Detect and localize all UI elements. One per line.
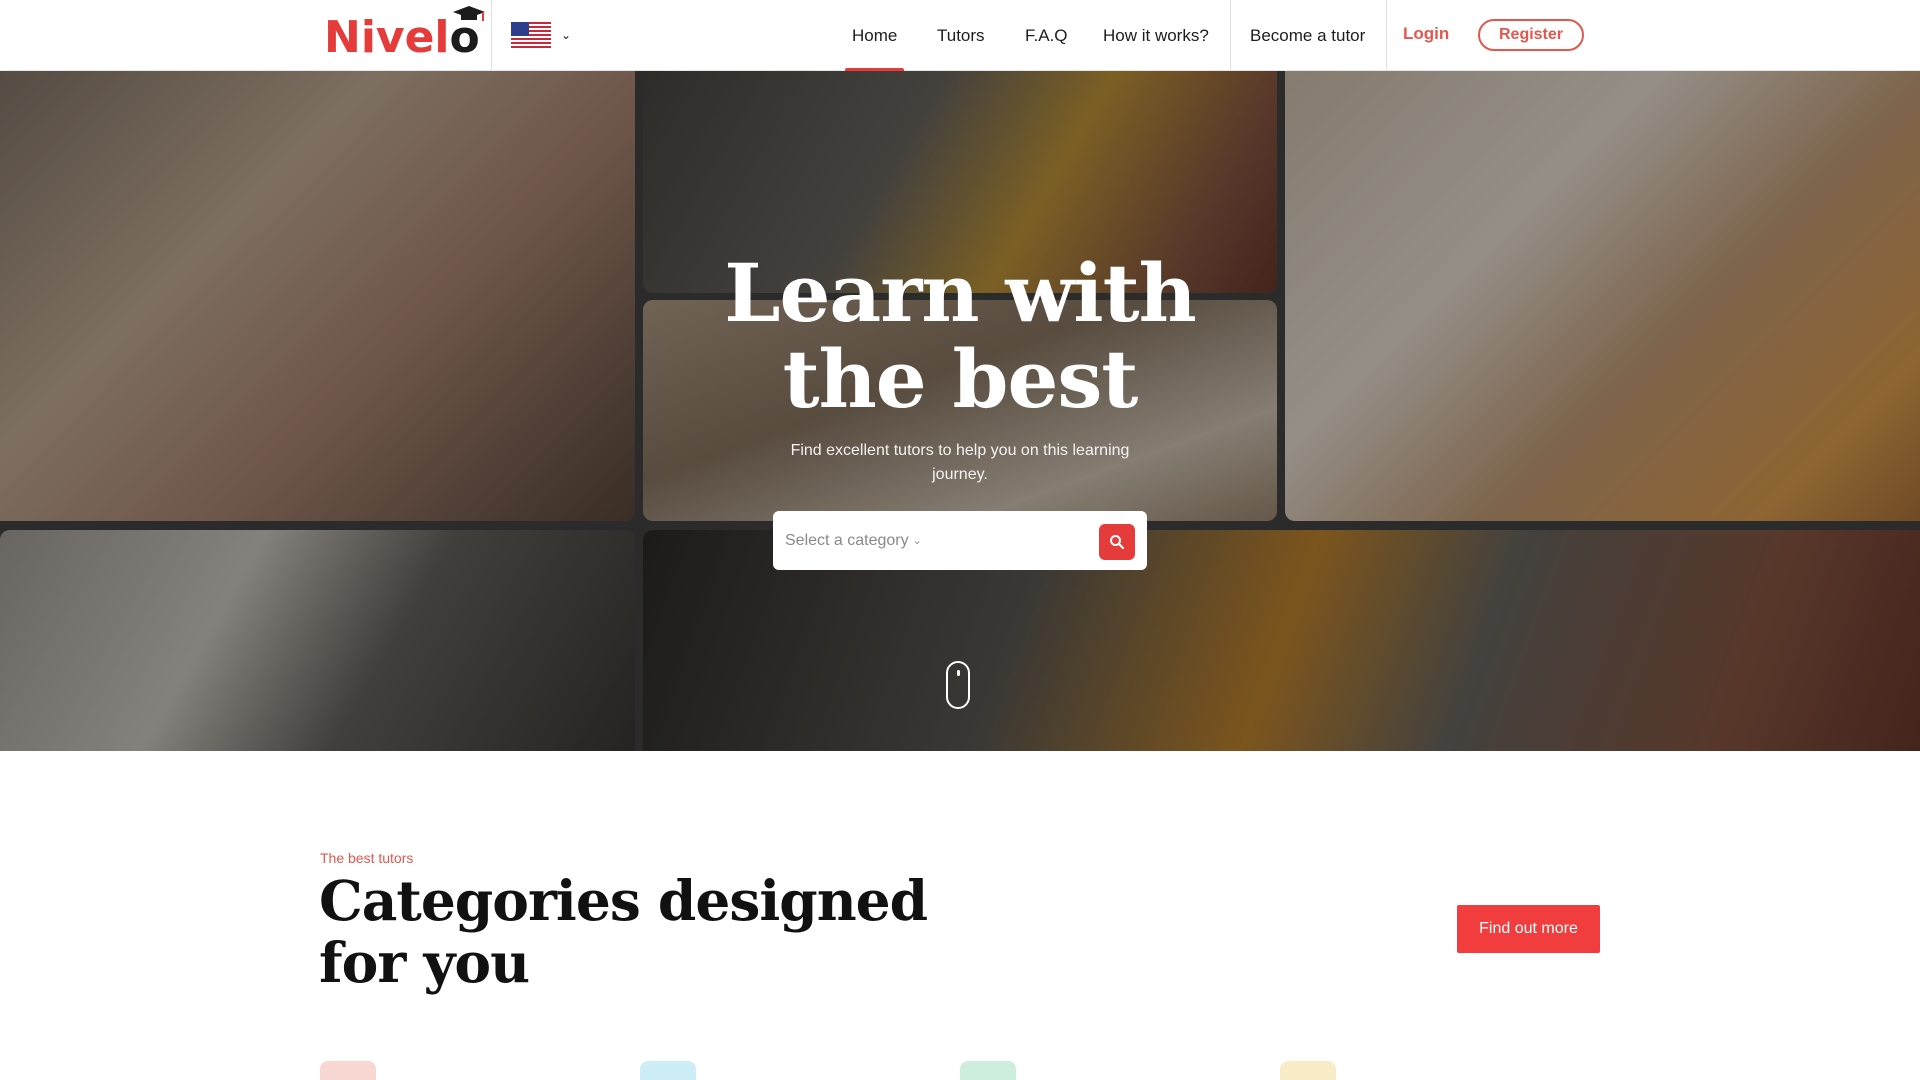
category-icon[interactable] (1280, 1061, 1336, 1080)
graduation-cap-icon (452, 5, 485, 21)
hero-photo (0, 530, 635, 751)
nav-faq[interactable]: F.A.Q (1025, 0, 1068, 71)
category-select[interactable]: Select a category ⌄ (785, 532, 922, 550)
hero-photo (0, 71, 635, 521)
category-search: Select a category ⌄ (773, 511, 1147, 570)
chevron-down-icon: ⌄ (561, 28, 572, 42)
search-button[interactable] (1099, 524, 1135, 560)
search-icon (1110, 535, 1125, 550)
hero-title-line: Learn with (724, 246, 1197, 340)
language-selector[interactable]: ⌄ (511, 22, 571, 48)
divider (1230, 0, 1231, 71)
divider (1386, 0, 1387, 71)
category-select-placeholder: Select a category (785, 531, 909, 549)
category-icon[interactable] (320, 1061, 376, 1080)
find-out-more-button[interactable]: Find out more (1457, 905, 1600, 953)
divider (491, 0, 492, 71)
logo-text: Nivelo (324, 5, 485, 63)
nav-home[interactable]: Home (844, 0, 905, 72)
site-header: Nivelo ⌄ Home Tutors F.A.Q How it works?… (0, 0, 1920, 72)
login-link[interactable]: Login (1403, 0, 1449, 68)
nav-tutors[interactable]: Tutors (937, 0, 985, 71)
hero-title-line: the best (782, 332, 1139, 426)
mouse-scroll-icon[interactable] (946, 661, 970, 709)
nav-how-it-works[interactable]: How it works? (1103, 0, 1209, 71)
logo[interactable]: Nivelo (324, 5, 485, 63)
hero-photo (1285, 71, 1920, 521)
nav-become-tutor[interactable]: Become a tutor (1250, 0, 1365, 71)
category-icon[interactable] (960, 1061, 1016, 1080)
section-eyebrow: The best tutors (320, 850, 414, 866)
hero-subtitle: Find excellent tutors to help you on thi… (790, 442, 1130, 483)
category-icon[interactable] (640, 1061, 696, 1080)
us-flag-icon (511, 22, 551, 48)
section-title: Categories designed for you (319, 868, 928, 995)
chevron-down-icon: ⌄ (912, 535, 922, 547)
hero-title: Learn with the best (660, 250, 1260, 422)
hero-section: Learn with the best Find excellent tutor… (0, 71, 1920, 751)
register-button[interactable]: Register (1478, 19, 1584, 51)
